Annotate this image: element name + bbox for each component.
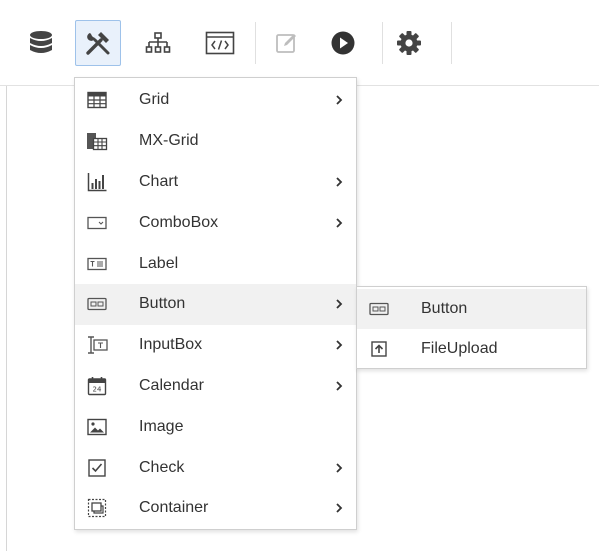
menu-item-label[interactable]: Label [75, 243, 356, 284]
menu-item-label: InputBox [139, 336, 203, 354]
menu-item-inputbox[interactable]: InputBox [75, 325, 356, 366]
svg-text:24: 24 [93, 385, 102, 393]
menu-item-label: Button [139, 295, 186, 313]
container-icon [86, 497, 108, 519]
combobox-icon [86, 212, 108, 234]
menu-item-label: MX-Grid [139, 132, 199, 150]
menu-item-button[interactable]: Button [75, 283, 356, 325]
button-icon [368, 298, 390, 320]
menu-item-chart[interactable]: Chart [75, 162, 356, 203]
toolbar-separator [382, 22, 383, 64]
submenu-item-button[interactable]: Button [357, 289, 586, 329]
chevron-right-icon [334, 176, 344, 188]
menu-item-container[interactable]: Container [75, 488, 356, 529]
menu-item-label: Calendar [139, 376, 204, 394]
button-icon [86, 293, 108, 315]
app-root: Grid MX-Grid Chart ComboBox Label Button… [0, 0, 599, 551]
label-icon [86, 253, 108, 275]
chevron-right-icon [334, 502, 344, 514]
play-button[interactable] [320, 20, 366, 66]
chevron-right-icon [334, 94, 344, 106]
menu-item-label: Chart [139, 172, 179, 190]
menu-item-calendar[interactable]: 24 Calendar [75, 366, 356, 407]
submenu-item-label: Button [421, 300, 468, 317]
toolbar-separator [451, 22, 452, 64]
chevron-right-icon [334, 217, 344, 229]
menu-item-label: Check [139, 458, 185, 476]
toolbar-separator [255, 22, 256, 64]
tools-button[interactable] [75, 20, 121, 66]
gear-icon [395, 29, 423, 57]
hierarchy-button[interactable] [135, 20, 181, 66]
menu-item-mx-grid[interactable]: MX-Grid [75, 121, 356, 162]
submenu-item-file-upload[interactable]: FileUpload [357, 329, 586, 369]
settings-button[interactable] [386, 20, 432, 66]
menu-item-image[interactable]: Image [75, 406, 356, 447]
menu-item-grid[interactable]: Grid [75, 80, 356, 121]
edit-button[interactable] [264, 20, 310, 66]
code-icon [205, 30, 235, 56]
menu-item-label: Label [139, 254, 179, 272]
menu-item-label: Container [139, 499, 209, 517]
file-upload-icon [368, 338, 390, 360]
toolbar [0, 0, 599, 86]
menu-item-check[interactable]: Check [75, 447, 356, 488]
menu-item-combobox[interactable]: ComboBox [75, 202, 356, 243]
inputbox-icon [86, 334, 108, 356]
menu-item-label: ComboBox [139, 213, 219, 231]
tools-icon [84, 29, 112, 57]
mx-grid-icon [86, 130, 108, 152]
grid-icon [86, 89, 108, 111]
code-button[interactable] [197, 20, 243, 66]
components-menu: Grid MX-Grid Chart ComboBox Label Button… [74, 77, 357, 530]
check-icon [86, 457, 108, 479]
database-button[interactable] [18, 20, 64, 66]
frame-border [6, 86, 7, 551]
menu-item-label: Image [139, 417, 184, 435]
submenu-item-label: FileUpload [421, 340, 498, 357]
play-icon [330, 30, 356, 56]
chevron-right-icon [334, 462, 344, 474]
database-icon [27, 29, 55, 57]
image-icon [86, 416, 108, 438]
button-submenu: Button FileUpload [356, 286, 587, 369]
chevron-right-icon [334, 298, 344, 310]
chevron-right-icon [334, 380, 344, 392]
calendar-icon: 24 [86, 375, 108, 397]
hierarchy-icon [145, 30, 171, 56]
chart-icon [86, 171, 108, 193]
chevron-right-icon [334, 339, 344, 351]
menu-item-label: Grid [139, 91, 170, 109]
edit-icon [274, 30, 300, 56]
